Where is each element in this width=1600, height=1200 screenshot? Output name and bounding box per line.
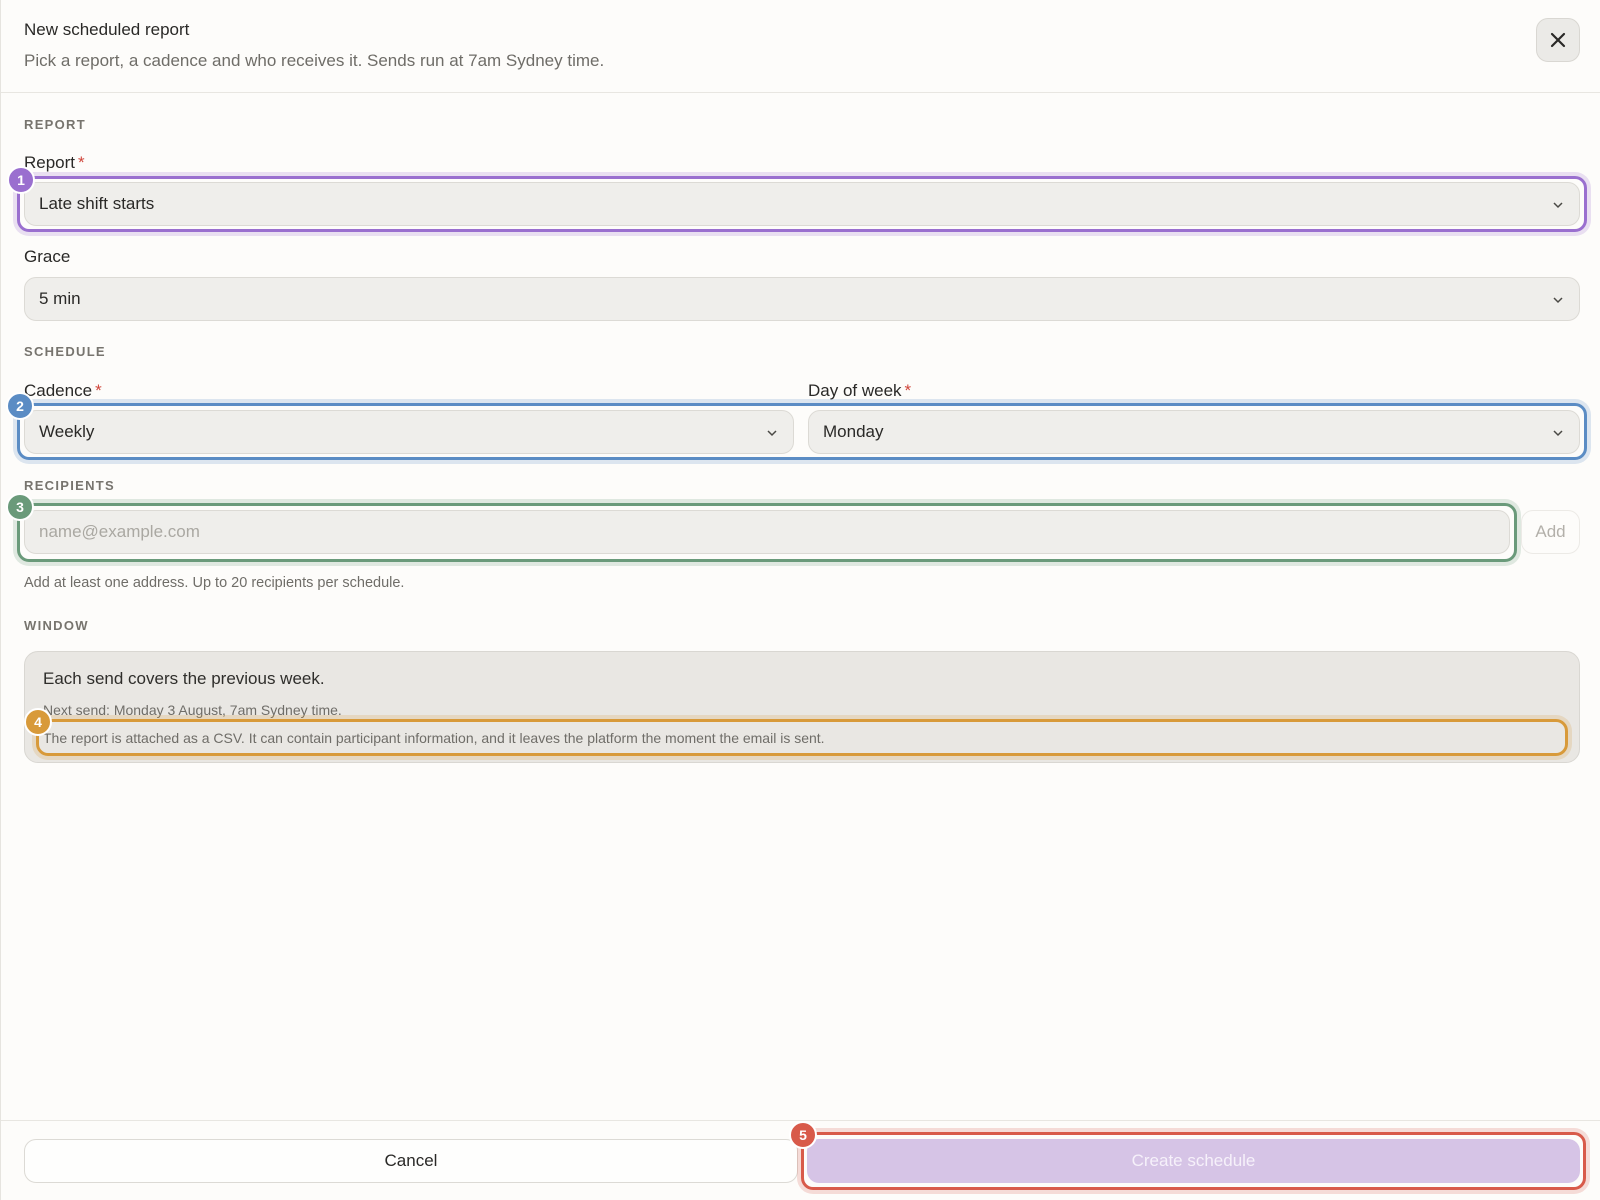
cadence-select[interactable]: Weekly [24,410,794,454]
chevron-down-icon [767,430,777,437]
annotation-badge-3: 3 [6,493,34,521]
add-recipient-button[interactable]: Add [1521,510,1580,554]
day-of-week-select-value: Monday [823,422,884,441]
window-coverage-text: Each send covers the previous week. [43,669,325,688]
cancel-button[interactable]: Cancel [24,1139,798,1183]
close-button[interactable] [1536,18,1580,62]
grace-label: Grace [24,247,71,266]
section-label-recipients: RECIPIENTS [24,478,116,493]
report-select[interactable]: Late shift starts [24,182,1580,226]
dialog-title: New scheduled report [24,20,190,39]
day-of-week-select[interactable]: Monday [808,410,1580,454]
annotation-badge-4: 4 [24,708,52,736]
section-label-report: REPORT [24,117,86,132]
grace-select-value: 5 min [39,289,81,308]
annotation-badge-2: 2 [6,392,34,420]
day-of-week-label: Day of week * [808,381,912,400]
csv-warning-text: The report is attached as a CSV. It can … [43,730,825,746]
chevron-down-icon [1553,202,1563,209]
report-select-value: Late shift starts [39,194,155,213]
dialog-subtitle: Pick a report, a cadence and who receive… [24,51,605,70]
report-label: Report * [24,153,85,172]
annotation-badge-5: 5 [789,1121,817,1149]
scheduled-report-dialog: New scheduled report Pick a report, a ca… [0,0,1600,1200]
create-schedule-button[interactable]: Create schedule [807,1139,1580,1183]
dialog-header: New scheduled report Pick a report, a ca… [1,0,1600,93]
window-summary-box: Each send covers the previous week. Next… [24,651,1580,763]
chevron-down-icon [1553,297,1563,304]
recipients-helper-text: Add at least one address. Up to 20 recip… [24,575,405,591]
section-label-schedule: SCHEDULE [24,344,106,359]
cadence-select-value: Weekly [39,422,95,441]
close-icon [1550,32,1566,48]
annotation-badge-1: 1 [7,166,35,194]
next-send-text: Next send: Monday 3 August, 7am Sydney t… [43,702,342,718]
recipient-email-input[interactable] [24,510,1510,554]
grace-select[interactable]: 5 min [24,277,1580,321]
section-label-window: WINDOW [24,618,89,633]
cadence-label: Cadence * [24,381,102,400]
chevron-down-icon [1553,430,1563,437]
